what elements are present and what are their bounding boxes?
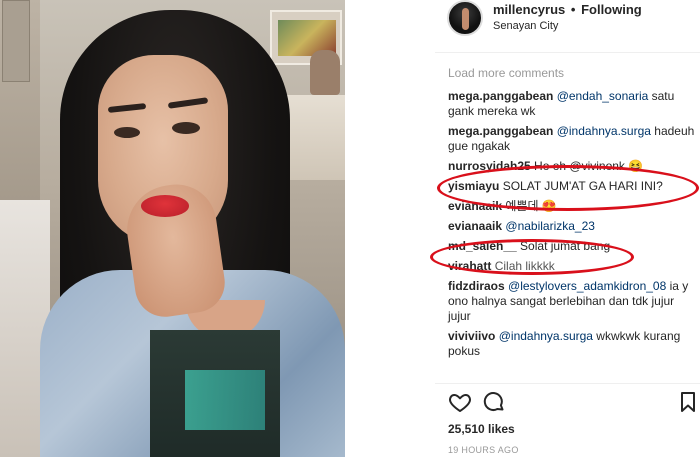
comment-user[interactable]: md_saleh__ [448, 239, 517, 253]
eye-right [172, 122, 200, 134]
heart-icon[interactable] [448, 390, 472, 414]
location-link[interactable]: Senayan City [493, 20, 558, 32]
comment: nurrosyidah25 Ho oh @vivinonk 😆 [448, 159, 698, 174]
comment-user[interactable]: virahatt [448, 259, 491, 273]
shirt-print [185, 370, 265, 430]
comment-user[interactable]: mega.panggabean [448, 89, 553, 103]
comment-user[interactable]: yismiayu [448, 179, 499, 193]
separator-dot: • [570, 2, 576, 17]
comments-list: Load more comments mega.panggabean @enda… [448, 62, 698, 359]
comment-text: Ho oh @vivinonk 😆 [530, 159, 644, 173]
comment-text: Solat jumat bang [516, 239, 611, 253]
post-timestamp[interactable]: 19 HOURS AGO [448, 445, 519, 455]
comment-text: SOLAT JUM'AT GA HARI INI? [499, 179, 663, 193]
comment-bubble-icon[interactable] [482, 390, 506, 414]
comment-user[interactable]: evianaaik [448, 199, 502, 213]
post-side-panel: millencyrus • Following Senayan City Loa… [345, 0, 700, 457]
comment: fidzdiraos @lestylovers_adamkidron_08 ia… [448, 279, 698, 324]
follow-button[interactable]: Following [581, 2, 642, 17]
comment-mention[interactable]: @lestylovers_adamkidron_08 [508, 279, 666, 293]
comment: mega.panggabean @endah_sonaria satu gank… [448, 89, 698, 119]
avatar[interactable] [447, 0, 483, 36]
comment-mention[interactable]: @indahnya.surga [557, 124, 651, 138]
load-more-comments-link[interactable]: Load more comments [448, 62, 698, 84]
post-header: millencyrus • Following Senayan City [345, 0, 700, 50]
comment: yismiayu SOLAT JUM'AT GA HARI INI? [448, 179, 698, 194]
comment-user[interactable]: evianaaik [448, 219, 502, 233]
comment-mention[interactable]: @endah_sonaria [557, 89, 649, 103]
comment-user[interactable]: nurrosyidah25 [448, 159, 531, 173]
divider [435, 52, 700, 53]
comment: evianaaik 예쁜데 😍 [448, 199, 698, 214]
comment: md_saleh__ Solat jumat bang [448, 239, 698, 254]
background-person [310, 50, 340, 95]
likes-count[interactable]: 25,510 likes [448, 422, 515, 436]
bookmark-icon[interactable] [676, 390, 700, 414]
comment-user[interactable]: fidzdiraos [448, 279, 505, 293]
divider [435, 383, 700, 384]
comment-text: 예쁜데 😍 [502, 199, 557, 213]
post-actions [448, 390, 698, 416]
eye-left [114, 127, 140, 138]
post-author: millencyrus • Following [493, 2, 642, 17]
comment-user[interactable]: viviviivo [448, 329, 495, 343]
comment: evianaaik @nabilarizka_23 [448, 219, 698, 234]
comment: viviviivo @indahnya.surga wkwkwk kurang … [448, 329, 698, 359]
comment: mega.panggabean @indahnya.surga hadeuh g… [448, 124, 698, 154]
wall-frame [2, 0, 30, 82]
comment-text: Cilah likkkk [491, 259, 555, 273]
username-link[interactable]: millencyrus [493, 2, 565, 17]
post-photo[interactable] [0, 0, 345, 457]
comment: virahatt Cilah likkkk [448, 259, 698, 274]
comment-user[interactable]: mega.panggabean [448, 124, 553, 138]
comment-mention[interactable]: @nabilarizka_23 [505, 219, 595, 233]
lips [141, 195, 189, 217]
comment-mention[interactable]: @indahnya.surga [499, 329, 593, 343]
